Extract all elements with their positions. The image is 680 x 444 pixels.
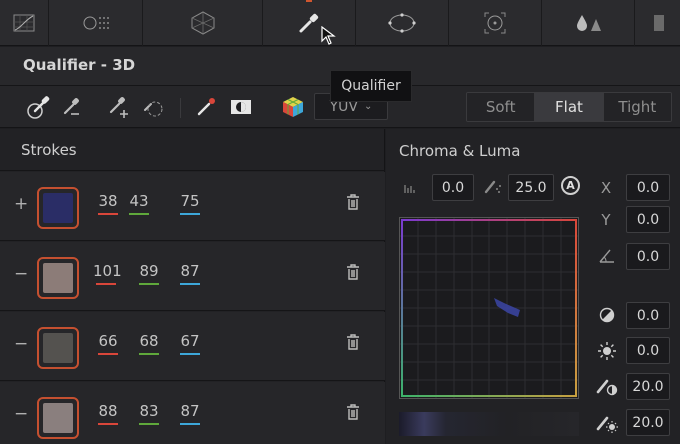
color-warper-tab[interactable] [49,0,143,46]
trash-icon[interactable] [346,404,360,420]
soft-low-field[interactable]: 20.0 [626,373,670,400]
brightness-icon [598,342,616,360]
brightness-field[interactable]: 0.0 [626,337,670,364]
trash-icon[interactable] [346,334,360,350]
panel-title: Qualifier - 3D [23,56,136,74]
picker-minus-icon [63,98,79,115]
stroke-sign[interactable]: − [14,334,28,354]
blur-icon [577,15,601,31]
rotate-angle-icon [599,249,614,263]
highlight-pen-icon [197,98,215,116]
auto-button[interactable]: A [561,176,580,195]
window-icon [388,13,416,33]
invert-mask-icon [231,100,251,114]
green-value: 68 [136,332,162,355]
trash-icon[interactable] [346,264,360,280]
picker-minus-button[interactable] [58,94,84,120]
mouse-cursor-icon [321,26,336,45]
contrast-field[interactable]: 0.0 [626,302,670,329]
stroke-swatch-color [43,333,73,363]
contrast-icon [599,307,615,323]
histogram-icon [404,185,415,193]
highlight-button[interactable] [193,94,219,120]
color-cube-button[interactable] [280,94,306,120]
key-icon [653,15,664,31]
x-label: X [600,179,612,197]
qualifier-tooltip: Qualifier [330,70,412,102]
stroke-swatch-color [43,263,73,293]
soft-low-icon [596,379,618,396]
softness-soft-button[interactable]: Soft [467,93,536,121]
chroma-luma-title: Chroma & Luma [399,142,521,160]
toolbar-separator [180,98,181,118]
soft-high-field[interactable]: 20.0 [626,409,670,436]
invert-mask-button[interactable] [228,94,254,120]
stroke-swatch-color [43,193,73,223]
green-value: 83 [136,402,162,425]
stroke-row[interactable]: − 66 68 67 [0,312,385,381]
red-value: 101 [93,262,122,285]
low-field[interactable]: 0.0 [432,174,474,201]
stroke-row[interactable]: + 38 43 75 [0,172,385,241]
chroma-plot[interactable] [399,217,579,399]
blue-value: 87 [177,402,203,425]
red-value: 88 [95,402,121,425]
chroma-plot-graphic [400,218,578,398]
feather-button[interactable] [140,94,166,120]
luma-gradient-bar[interactable] [399,412,579,436]
feather-icon [144,101,163,117]
red-value: 66 [95,332,121,355]
palette-toolbar [0,0,680,46]
stroke-row[interactable]: − 101 89 87 [0,242,385,311]
stroke-swatch[interactable] [37,257,79,299]
picker-button[interactable] [26,94,52,120]
blue-value: 75 [177,192,203,215]
hsl-mesh-icon [191,11,214,35]
blur-tab[interactable] [542,0,635,46]
stroke-swatch[interactable] [37,397,79,439]
trash-icon[interactable] [346,194,360,210]
chroma-luma-panel: Chroma & Luma 0.0 25.0 A X 0.0 Y 0.0 0.0… [386,129,680,444]
strokes-title: Strokes [21,141,77,159]
color-cube-icon [283,97,303,117]
y-field[interactable]: 0.0 [626,206,670,233]
stroke-sign[interactable]: − [14,404,28,424]
tracker-icon [484,12,506,34]
x-field[interactable]: 0.0 [626,174,670,201]
stroke-row[interactable]: − 88 83 87 [0,382,385,444]
green-value: 43 [126,192,152,215]
stroke-swatch-color [43,403,73,433]
strokes-header: Strokes [0,129,385,171]
curves-tab[interactable] [0,0,49,46]
picker-plus-button[interactable] [105,94,131,120]
softness-selector: Soft Flat Tight [466,92,672,122]
key-tab[interactable] [635,0,680,46]
stroke-sign[interactable]: − [14,264,28,284]
high-field[interactable]: 25.0 [508,174,554,201]
softness-tight-button[interactable]: Tight [603,93,671,121]
qualifier-tab[interactable] [263,0,356,46]
color-warper-icon [83,16,109,30]
qualifier-icon [299,13,319,33]
y-label: Y [601,211,611,229]
hsl-mesh-tab[interactable] [143,0,263,46]
soft-high-icon [596,416,618,433]
blue-value: 67 [177,332,203,355]
softness-flat-button[interactable]: Flat [535,93,604,121]
stroke-sign[interactable]: + [14,194,28,214]
rotate-field[interactable]: 0.0 [626,243,670,270]
chevron-down-icon: ⌄ [364,101,373,112]
stroke-swatch[interactable] [37,187,79,229]
softness-icon [484,180,501,194]
strokes-panel: Strokes + 38 43 75 − 101 89 87 − 66 68 6… [0,129,385,444]
picker-icon [27,96,50,119]
stroke-swatch[interactable] [37,327,79,369]
red-value: 38 [95,192,121,215]
curves-icon [13,14,35,32]
picker-plus-icon [109,97,128,118]
window-tab[interactable] [356,0,449,46]
green-value: 89 [136,262,162,285]
blue-value: 87 [177,262,203,285]
tracker-tab[interactable] [449,0,542,46]
